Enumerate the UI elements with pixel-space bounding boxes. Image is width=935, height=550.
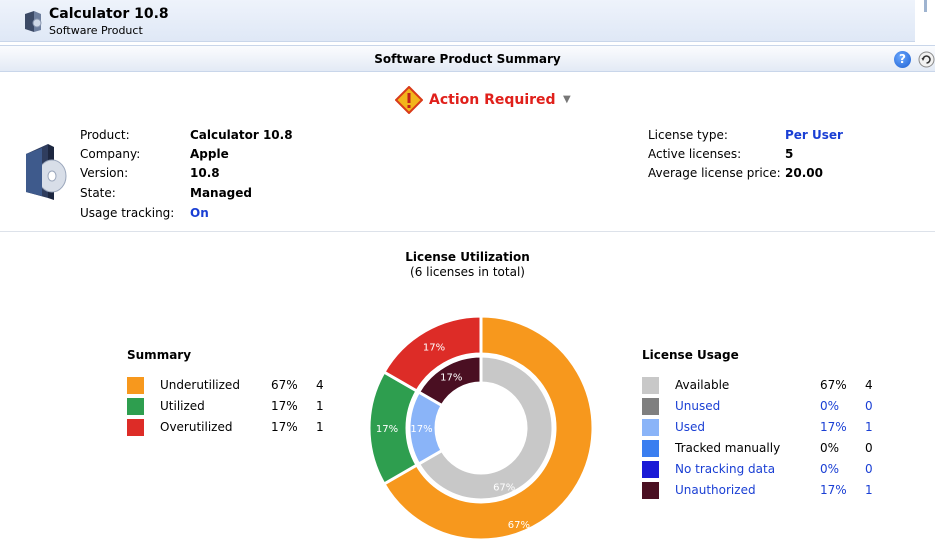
refresh-icon[interactable] [918,51,935,68]
warning-icon [395,86,423,114]
state-label: State: [80,186,116,200]
scrollbar-thumb[interactable] [924,0,927,12]
usage-legend-swatch [642,419,659,436]
usage-legend-percent[interactable]: 17% [820,420,847,434]
company-label: Company: [80,147,141,161]
usage-legend-count[interactable]: 1 [865,420,873,434]
software-box-icon [26,144,67,200]
donut-slice-label: 17% [440,372,462,383]
usage-tracking-label: Usage tracking: [80,206,175,220]
summary-legend-swatch [127,419,144,436]
action-required-label: Action Required [429,92,556,108]
summary-header: Software Product Summary ? [0,45,935,72]
usage-legend-swatch [642,398,659,415]
usage-legend-label: Tracked manually [675,441,781,455]
usage-legend-count[interactable]: 0 [865,462,873,476]
chevron-down-icon[interactable]: ▼ [563,94,571,105]
usage-legend-count: 0 [865,441,873,455]
license-donut-chart: 67% 17% 17% 67% 17% 17% [370,314,592,542]
summary-legend-count: 4 [316,378,324,392]
avg-price-value: 20.00 [785,166,823,180]
license-type-link[interactable]: Per User [785,128,843,142]
donut-slice-label: 67% [508,520,530,531]
state-value: Managed [190,186,252,200]
summary-legend-swatch [127,398,144,415]
software-product-icon [25,11,42,32]
summary-legend-swatch [127,377,144,394]
product-value: Calculator 10.8 [190,128,293,142]
product-label: Product: [80,128,130,142]
divider [0,231,935,232]
chart-title: License Utilization [405,250,530,264]
window-title: Calculator 10.8 [49,6,169,22]
donut-slice-label: 17% [423,343,445,354]
usage-legend-swatch [642,461,659,478]
usage-legend-title: License Usage [642,348,739,362]
donut-slice-label: 67% [493,483,515,494]
chart-subtitle: (6 licenses in total) [410,265,525,279]
usage-legend-swatch [642,440,659,457]
version-value: 10.8 [190,166,220,180]
usage-legend-percent[interactable]: 17% [820,483,847,497]
help-icon[interactable]: ? [894,51,911,68]
usage-tracking-link[interactable]: On [190,206,209,220]
usage-legend-percent[interactable]: 0% [820,462,839,476]
summary-legend-title: Summary [127,348,192,362]
usage-legend-label[interactable]: Used [675,420,705,434]
section-title: Software Product Summary [374,52,561,66]
version-label: Version: [80,166,129,180]
active-licenses-label: Active licenses: [648,147,742,161]
usage-legend-percent[interactable]: 0% [820,399,839,413]
donut-slice-label: 17% [376,424,398,435]
active-licenses-value: 5 [785,147,794,161]
usage-legend-count: 4 [865,378,873,392]
summary-legend-percent: 17% [271,399,298,413]
usage-legend-label[interactable]: Unused [675,399,720,413]
summary-legend-label: Utilized [160,399,205,413]
window-title-bar: Calculator 10.8 Software Product [0,0,915,42]
usage-legend-percent: 0% [820,441,840,455]
usage-legend-swatch [642,377,659,394]
company-value: Apple [190,147,229,161]
usage-legend-label[interactable]: No tracking data [675,462,775,476]
summary-legend-count: 1 [316,399,324,413]
usage-legend-count[interactable]: 1 [865,483,873,497]
usage-legend-label: Available [675,378,730,392]
usage-legend-percent: 67% [820,378,847,392]
usage-legend-label[interactable]: Unauthorized [675,483,756,497]
usage-legend-count[interactable]: 0 [865,399,873,413]
license-type-label: License type: [648,128,728,142]
summary-legend-percent: 67% [271,378,298,392]
summary-legend-percent: 17% [271,420,298,434]
summary-legend-count: 1 [316,420,324,434]
window-subtitle: Software Product [49,24,143,37]
summary-legend-label: Overutilized [160,420,233,434]
avg-price-label: Average license price: [648,166,781,180]
summary-legend-label: Underutilized [160,378,240,392]
usage-legend-swatch [642,482,659,499]
donut-slice-label: 17% [410,424,432,435]
